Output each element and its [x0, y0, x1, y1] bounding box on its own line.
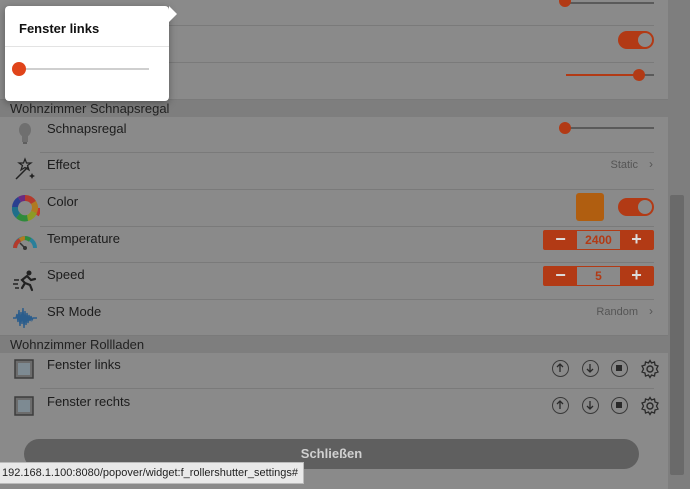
group-header: Wohnzimmer Schnapsregal: [0, 100, 668, 117]
speed-stepper: − 5 +: [543, 266, 654, 286]
decrement-button[interactable]: −: [544, 230, 577, 249]
chevron-right-icon: ›: [649, 157, 653, 171]
popover-slider-knob[interactable]: [12, 62, 26, 76]
toggle-switch[interactable]: [618, 31, 654, 49]
sr-mode-value[interactable]: Random: [596, 306, 638, 318]
magic-wand-icon: [15, 157, 35, 180]
item-label: Effect: [47, 157, 81, 172]
shutter-stop-button[interactable]: [611, 397, 628, 414]
chevron-right-icon: ›: [649, 304, 653, 318]
color-toggle[interactable]: [618, 198, 654, 216]
row-effect[interactable]: Effect Static ›: [0, 153, 668, 190]
row-sr-mode[interactable]: SR Mode Random ›: [0, 300, 668, 336]
slider-knob[interactable]: [559, 0, 571, 7]
item-label: SR Mode: [47, 304, 102, 319]
row-temperature[interactable]: Temperature − 2400 +: [0, 227, 668, 263]
status-bar-url: 192.168.1.100:8080/popover/widget:f_roll…: [0, 462, 304, 484]
window-shutter-icon: [14, 396, 34, 416]
row-schnapsregal[interactable]: Schnapsregal: [0, 117, 668, 153]
stepper-value[interactable]: 2400: [577, 231, 620, 249]
arrow-up-icon: [556, 400, 564, 409]
increment-button[interactable]: +: [620, 230, 653, 249]
gauge-icon: [13, 236, 37, 250]
decrement-button[interactable]: −: [544, 266, 577, 285]
color-wheel-icon: [10, 193, 40, 223]
arrow-down-icon: [586, 401, 594, 410]
stop-icon: [616, 402, 622, 408]
row-fenster-rechts[interactable]: Fenster rechts: [0, 389, 668, 425]
shutter-stop-button[interactable]: [611, 360, 628, 377]
popover-slider-track[interactable]: [19, 68, 149, 70]
lightbulb-icon: [19, 123, 31, 144]
group-title: Wohnzimmer Rollladen: [10, 337, 145, 352]
temperature-stepper: − 2400 +: [543, 230, 654, 250]
arrow-up-icon: [556, 363, 564, 372]
item-label: Color: [47, 194, 79, 209]
waveform-icon: [13, 307, 37, 329]
item-label: Schnapsregal: [47, 121, 127, 136]
slider-fill: [566, 74, 640, 76]
increment-button[interactable]: +: [620, 266, 653, 285]
arrow-down-icon: [586, 364, 594, 373]
gear-icon[interactable]: [640, 359, 660, 379]
scrollbar-thumb[interactable]: [670, 195, 684, 475]
window-shutter-icon: [14, 359, 34, 379]
shutter-up-button[interactable]: [552, 360, 569, 377]
slider-track[interactable]: [566, 2, 654, 4]
slider-knob[interactable]: [633, 69, 645, 81]
popover: Fenster links: [5, 6, 177, 101]
color-swatch[interactable]: [576, 193, 604, 221]
item-label: Temperature: [47, 231, 120, 246]
shutter-up-button[interactable]: [552, 397, 569, 414]
item-label: Fenster rechts: [47, 394, 131, 409]
item-label: Speed: [47, 267, 85, 282]
stepper-value[interactable]: 5: [577, 267, 620, 285]
slider-knob[interactable]: [559, 122, 571, 134]
group-title: Wohnzimmer Schnapsregal: [10, 101, 170, 116]
gear-icon[interactable]: [640, 396, 660, 416]
row-fenster-links[interactable]: Fenster links: [0, 353, 668, 389]
shutter-down-button[interactable]: [582, 360, 599, 377]
stop-icon: [616, 365, 622, 371]
row-color[interactable]: Color: [0, 190, 668, 227]
brightness-slider[interactable]: [566, 127, 654, 129]
popover-title: Fenster links: [19, 21, 100, 36]
group-header: Wohnzimmer Rollladen: [0, 336, 668, 353]
shutter-down-button[interactable]: [582, 397, 599, 414]
row-speed[interactable]: Speed − 5 +: [0, 263, 668, 300]
item-label: Fenster links: [47, 357, 121, 372]
effect-value[interactable]: Static: [610, 159, 638, 171]
running-person-icon: [13, 270, 37, 292]
